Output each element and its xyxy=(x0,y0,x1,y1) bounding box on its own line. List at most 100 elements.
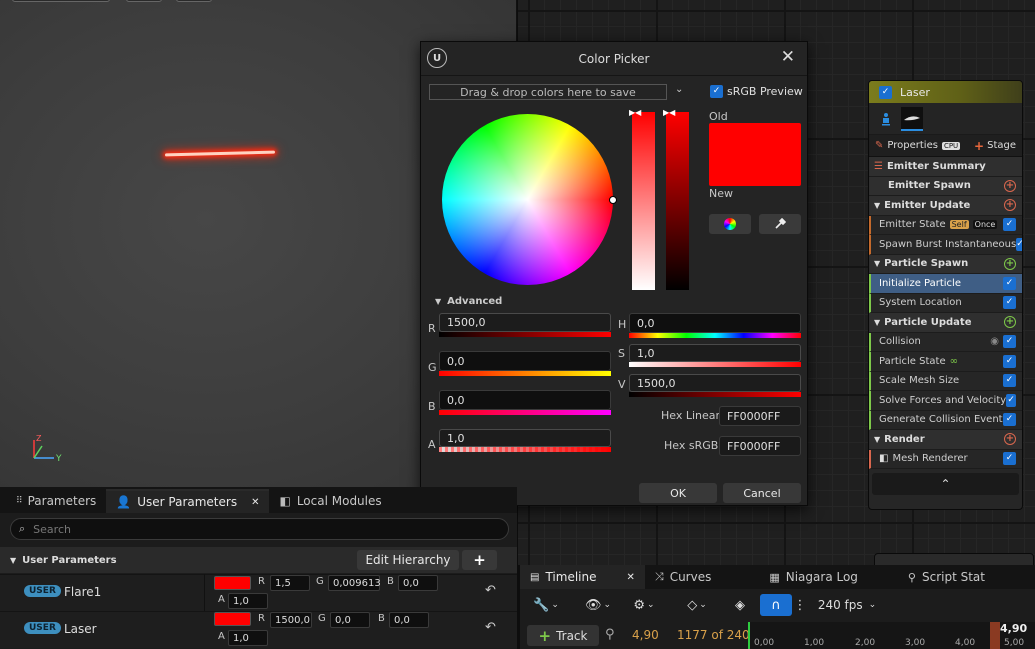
add-module-button[interactable]: + xyxy=(1004,257,1016,270)
srgb-preview-toggle[interactable]: ✓ sRGB Preview xyxy=(710,85,803,98)
param-a-field[interactable]: 1,0 xyxy=(228,593,268,609)
ok-button[interactable]: OK xyxy=(639,483,717,503)
v-slider[interactable] xyxy=(629,392,801,397)
tab-parameters[interactable]: ⠿ Parameters xyxy=(6,489,106,513)
close-icon[interactable]: ✕ xyxy=(781,49,795,66)
param-g-field[interactable]: 0,0 xyxy=(330,612,370,628)
tab-timeline[interactable]: ▤ Timeline ✕ xyxy=(520,565,645,589)
module-emitter-state[interactable]: Emitter State Self Once ✓ xyxy=(869,215,1022,235)
visibility-dropdown-button[interactable]: 👁 ⌄ xyxy=(578,594,618,616)
collapse-triangle-icon[interactable]: ▼ xyxy=(874,318,880,327)
edit-hierarchy-button[interactable]: Edit Hierarchy xyxy=(357,550,459,570)
module-enabled-checkbox[interactable]: ✓ xyxy=(1003,335,1016,349)
reset-icon[interactable]: ↶ xyxy=(485,620,496,635)
srgb-checkbox[interactable]: ✓ xyxy=(710,85,723,98)
key-dropdown-button[interactable]: ◇ ⌄ xyxy=(678,594,716,616)
key-nav-button[interactable]: ◈ xyxy=(728,594,752,616)
module-enabled-checkbox[interactable]: ✓ xyxy=(1003,354,1016,368)
value-slider[interactable] xyxy=(666,112,689,290)
emitter-mesh-icon[interactable] xyxy=(901,106,923,131)
hex-linear-input[interactable]: FF0000FF xyxy=(719,406,801,426)
module-enabled-checkbox[interactable]: ✓ xyxy=(1006,393,1016,407)
viewport-toolbar-button[interactable] xyxy=(176,0,212,2)
emitter-update-row[interactable]: ▼ Emitter Update + xyxy=(869,196,1022,216)
viewport-toolbar-button[interactable] xyxy=(12,0,110,2)
param-color-swatch[interactable] xyxy=(214,576,251,590)
snap-magnet-button[interactable]: ∩ xyxy=(760,594,792,616)
module-scale-mesh-size[interactable]: Scale Mesh Size ✓ xyxy=(869,371,1022,391)
param-g-field[interactable]: 0,009613 xyxy=(328,575,381,591)
module-initialize-particle[interactable]: Initialize Particle ✓ xyxy=(869,274,1022,294)
tab-curves[interactable]: ⤨ Curves xyxy=(645,565,721,589)
add-module-button[interactable]: + xyxy=(1004,199,1016,212)
add-parameter-button[interactable]: + xyxy=(462,550,497,570)
module-spawn-burst[interactable]: Spawn Burst Instantaneous ✓ xyxy=(869,235,1022,255)
g-input[interactable]: 0,0 xyxy=(439,351,611,371)
module-collision[interactable]: Collision ◉ ✓ xyxy=(869,332,1022,352)
emitter-node-header[interactable]: ✓ Laser xyxy=(869,81,1022,103)
render-row[interactable]: ▼ Render + xyxy=(869,430,1022,450)
tab-niagara-log[interactable]: ▦ Niagara Log xyxy=(759,565,868,589)
eye-icon[interactable]: ◉ xyxy=(990,336,999,347)
module-enabled-checkbox[interactable]: ✓ xyxy=(1003,296,1016,310)
properties-label[interactable]: Properties xyxy=(887,140,938,151)
module-particle-state[interactable]: Particle State ∞ ✓ xyxy=(869,352,1022,372)
hex-srgb-input[interactable]: FF0000FF xyxy=(719,436,801,456)
add-stage-button[interactable]: Stage xyxy=(987,140,1016,151)
color-wheel[interactable] xyxy=(442,114,613,285)
g-slider[interactable] xyxy=(439,371,611,376)
b-slider[interactable] xyxy=(439,410,611,415)
close-icon[interactable]: ✕ xyxy=(251,497,259,508)
s-slider[interactable] xyxy=(629,362,801,367)
color-wheel-mode-button[interactable] xyxy=(709,214,751,234)
h-slider[interactable] xyxy=(629,333,801,338)
module-enabled-checkbox[interactable]: ✓ xyxy=(1003,374,1016,388)
h-input[interactable]: 0,0 xyxy=(629,313,801,333)
search-input[interactable]: ⌕ Search xyxy=(10,518,509,540)
emitter-node-laser[interactable]: ✓ Laser ✎ Properties CPU + Stage ☰ Emitte… xyxy=(868,80,1023,510)
collapse-node-button[interactable]: ⌃ xyxy=(872,473,1019,495)
r-input[interactable]: 1500,0 xyxy=(439,313,611,332)
filter-icon[interactable]: ⚲ xyxy=(605,627,615,642)
chevron-down-icon[interactable]: ⌄ xyxy=(675,84,683,95)
collapse-triangle-icon[interactable]: ▼ xyxy=(874,259,880,268)
value-handle[interactable]: ▶◀ xyxy=(663,108,675,117)
param-b-field[interactable]: 0,0 xyxy=(398,575,438,591)
module-generate-collision-event[interactable]: Generate Collision Event ✓ xyxy=(869,410,1022,430)
collapse-triangle-icon[interactable]: ▼ xyxy=(10,556,16,565)
theme-drop-bar[interactable]: Drag & drop colors here to save xyxy=(429,84,667,100)
module-enabled-checkbox[interactable]: ✓ xyxy=(1016,237,1022,251)
b-input[interactable]: 0,0 xyxy=(439,390,611,410)
collapse-triangle-icon[interactable]: ▼ xyxy=(435,297,441,306)
module-enabled-checkbox[interactable]: ✓ xyxy=(1003,413,1016,427)
add-module-button[interactable]: + xyxy=(1004,179,1016,192)
particle-spawn-row[interactable]: ▼ Particle Spawn + xyxy=(869,254,1022,274)
param-a-field[interactable]: 1,0 xyxy=(228,630,268,646)
emitter-summary-row[interactable]: ☰ Emitter Summary xyxy=(869,157,1022,177)
dialog-title-bar[interactable]: U Color Picker ✕ xyxy=(421,42,807,76)
module-solve-forces[interactable]: Solve Forces and Velocity ✓ xyxy=(869,391,1022,411)
param-color-swatch[interactable] xyxy=(214,612,251,626)
particle-update-row[interactable]: ▼ Particle Update + xyxy=(869,313,1022,333)
saturation-slider[interactable] xyxy=(632,112,655,290)
eyedropper-button[interactable] xyxy=(759,214,801,234)
emitter-spawn-row[interactable]: Emitter Spawn + xyxy=(869,176,1022,196)
tab-user-parameters[interactable]: 👤 User Parameters ✕ xyxy=(106,489,270,513)
r-slider[interactable] xyxy=(439,332,611,337)
more-options-icon[interactable]: ⋮ xyxy=(794,594,807,616)
settings-dropdown-button[interactable]: ⚙ ⌄ xyxy=(626,594,662,616)
add-renderer-button[interactable]: + xyxy=(1004,433,1016,446)
emitter-person-icon[interactable] xyxy=(875,107,897,131)
param-r-field[interactable]: 1500,0 xyxy=(270,612,312,628)
param-b-field[interactable]: 0,0 xyxy=(389,612,429,628)
color-picker-dialog[interactable]: U Color Picker ✕ Drag & drop colors here… xyxy=(420,41,808,506)
s-input[interactable]: 1,0 xyxy=(629,344,801,362)
reset-icon[interactable]: ↶ xyxy=(485,583,496,598)
add-module-button[interactable]: + xyxy=(1004,316,1016,329)
add-track-button[interactable]: + Track xyxy=(527,625,599,646)
close-icon[interactable]: ✕ xyxy=(626,572,634,583)
a-input[interactable]: 1,0 xyxy=(439,429,611,447)
module-system-location[interactable]: System Location ✓ xyxy=(869,293,1022,313)
color-wheel-handle[interactable] xyxy=(609,196,617,204)
collapse-triangle-icon[interactable]: ▼ xyxy=(874,435,880,444)
